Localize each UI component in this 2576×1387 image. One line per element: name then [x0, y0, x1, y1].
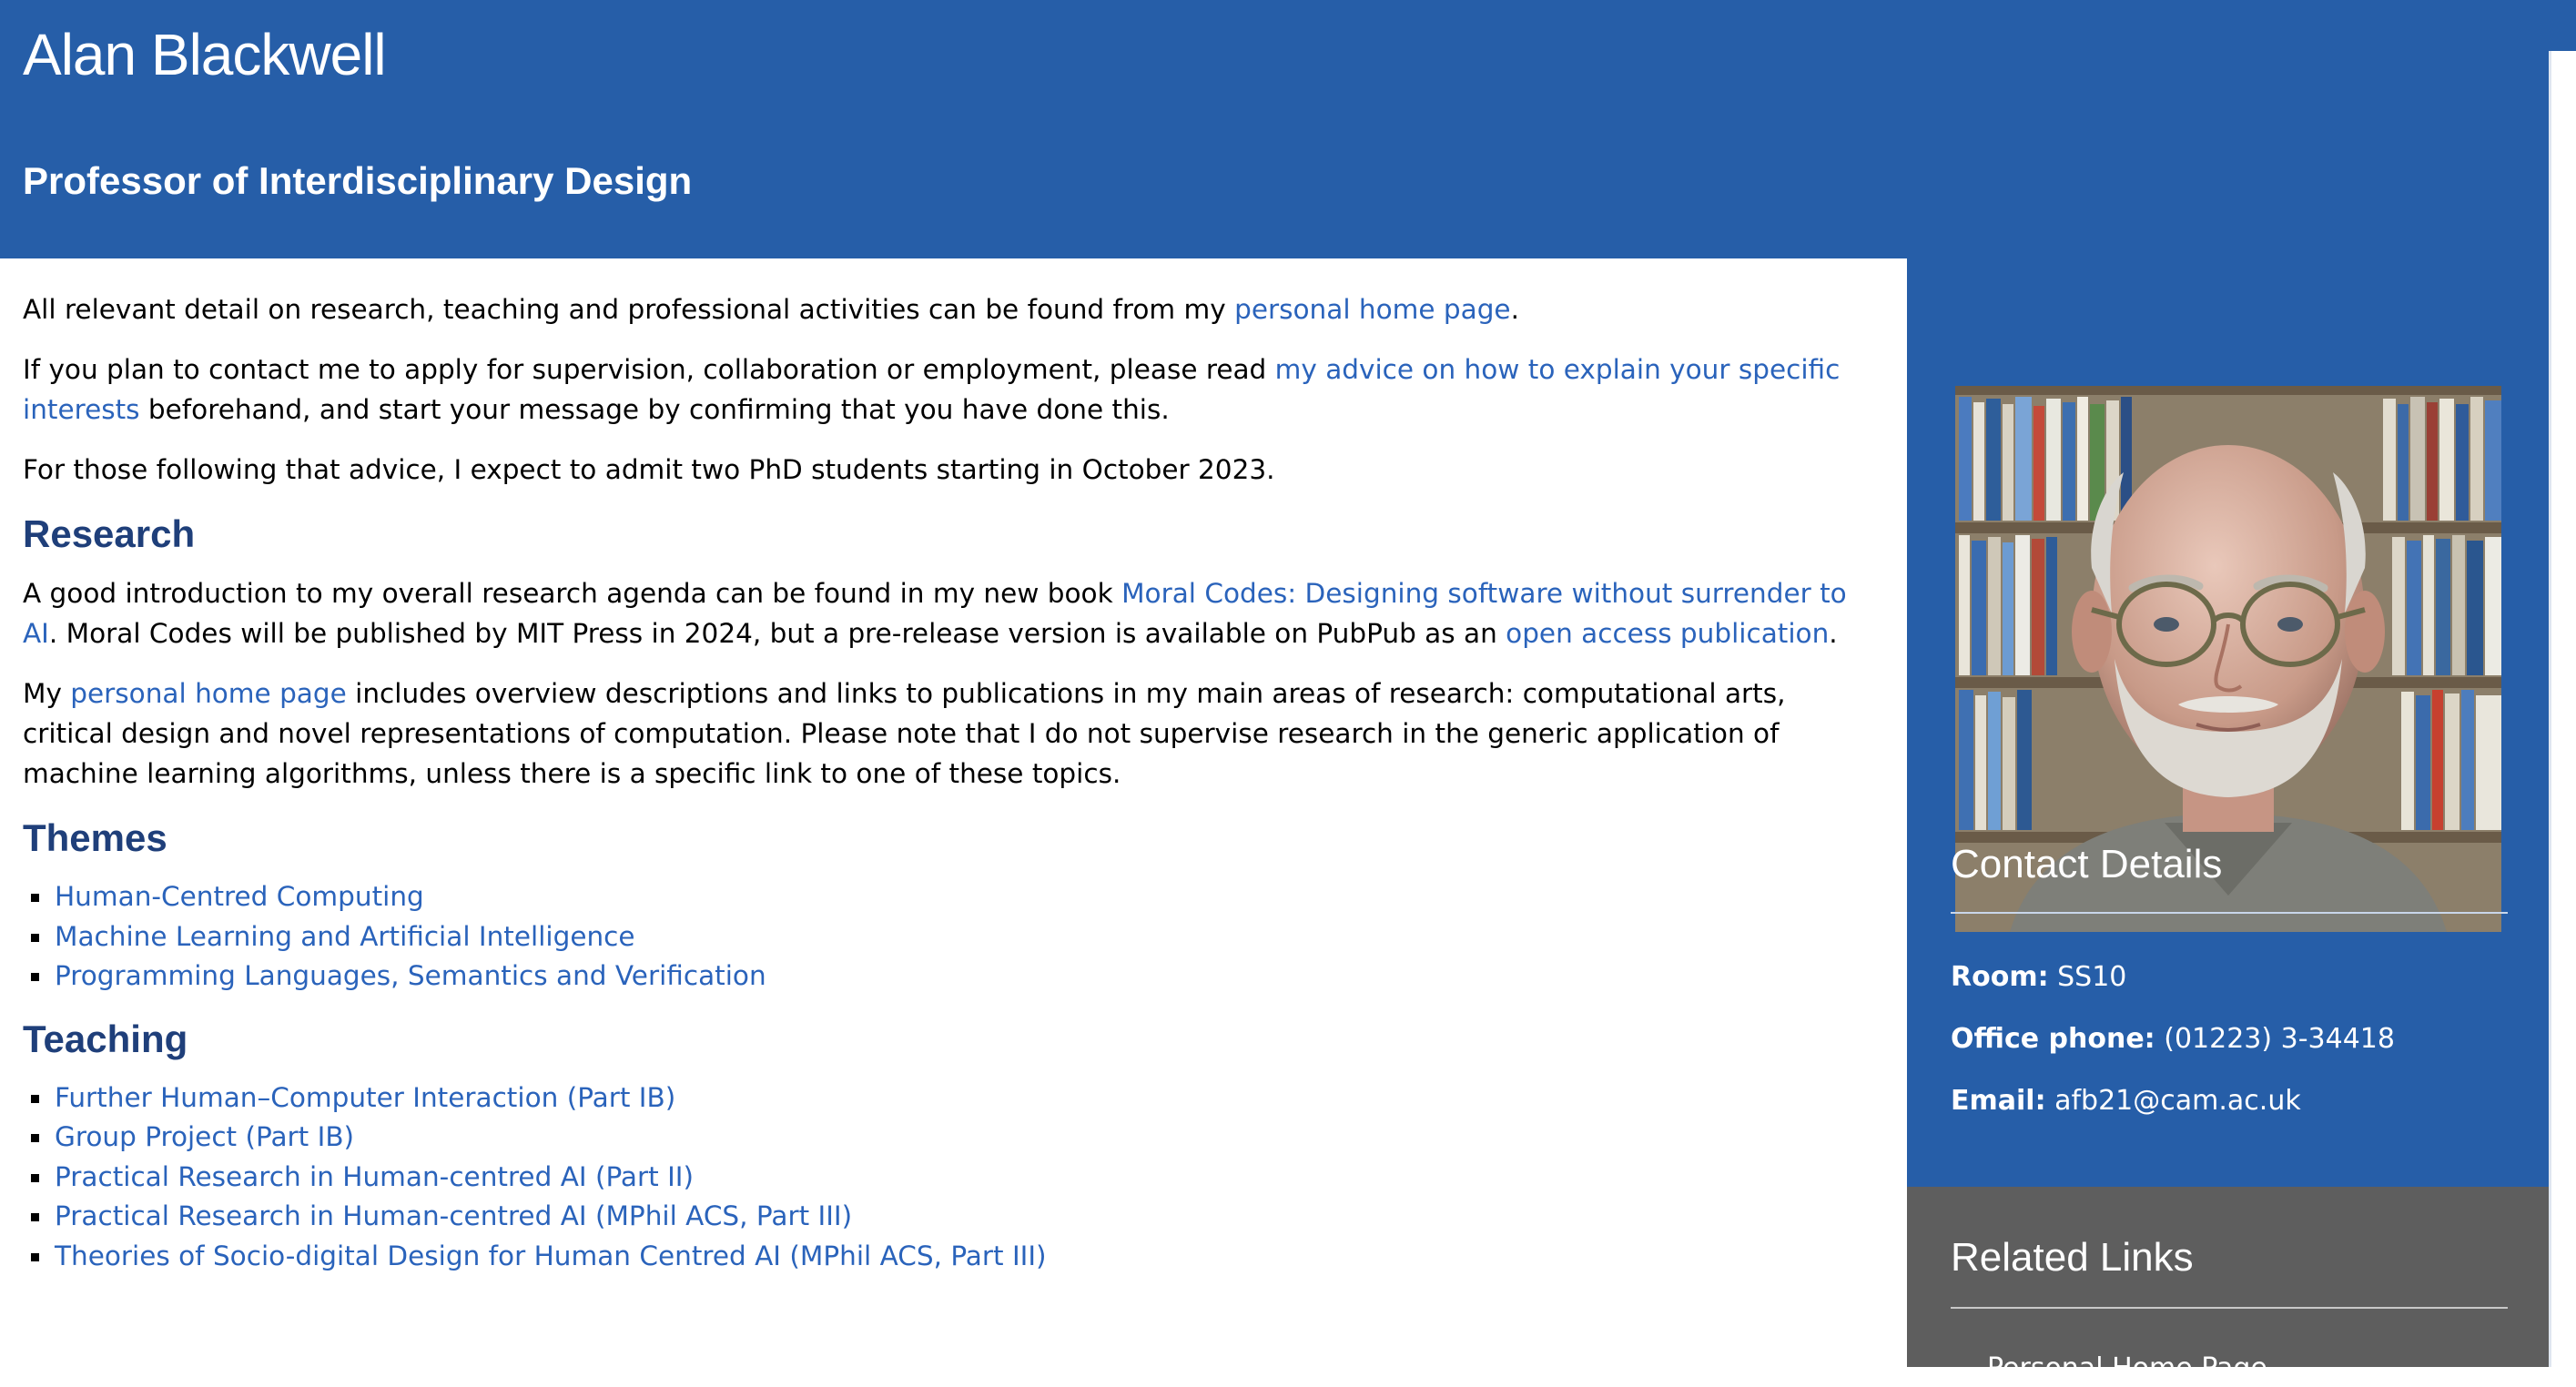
- teaching-heading: Teaching: [23, 1017, 188, 1060]
- theme-link[interactable]: Human-Centred Computing: [55, 881, 424, 912]
- bullet-icon: [31, 1134, 39, 1142]
- room-value: SS10: [2057, 961, 2127, 993]
- list-item: Theories of Socio-digital Design for Hum…: [23, 1237, 1875, 1277]
- bullet-icon: [31, 1252, 39, 1261]
- list-item: Programming Languages, Semantics and Ver…: [23, 957, 1875, 997]
- related-links-heading: Related Links: [1951, 1235, 2194, 1280]
- course-link[interactable]: Practical Research in Human-centred AI (…: [55, 1161, 694, 1192]
- divider: [1951, 1307, 2508, 1309]
- list-item: Further Human–Computer Interaction (Part…: [23, 1078, 1875, 1119]
- intro-paragraph-1: All relevant detail on research, teachin…: [23, 294, 1519, 325]
- personal-home-page-link[interactable]: personal home page: [1234, 294, 1510, 325]
- related-link-item[interactable]: Personal Home Page: [1987, 1351, 2267, 1387]
- course-link[interactable]: Practical Research in Human-centred AI (…: [55, 1200, 852, 1231]
- list-item: Human-Centred Computing: [23, 877, 1875, 917]
- theme-link[interactable]: Machine Learning and Artificial Intellig…: [55, 921, 635, 952]
- divider: [1951, 912, 2508, 914]
- contact-details-heading: Contact Details: [1951, 842, 2223, 886]
- sidebar: Contact Details Room: SS10 Office phone:…: [1907, 258, 2549, 1187]
- research-paragraph-1: A good introduction to my overall resear…: [23, 578, 1847, 649]
- course-link[interactable]: Theories of Socio-digital Design for Hum…: [55, 1240, 1047, 1271]
- intro-paragraph-3: For those following that advice, I expec…: [23, 454, 1275, 485]
- related-links-panel: Related Links Personal Home Page: [1907, 1187, 2549, 1384]
- scrollbar-track[interactable]: [2549, 51, 2551, 1367]
- bullet-icon: [31, 973, 39, 981]
- window-edge: [2549, 0, 2576, 1367]
- theme-link[interactable]: Programming Languages, Semantics and Ver…: [55, 960, 766, 991]
- research-paragraph-2: My personal home page includes overview …: [23, 678, 1786, 789]
- list-item: Practical Research in Human-centred AI (…: [23, 1197, 1875, 1237]
- teaching-list: Further Human–Computer Interaction (Part…: [23, 1078, 1875, 1277]
- bullet-icon: [31, 1173, 39, 1182]
- intro-paragraph-2: If you plan to contact me to apply for s…: [23, 354, 1841, 425]
- person-role: Professor of Interdisciplinary Design: [23, 159, 693, 202]
- contact-email: Email: afb21@cam.ac.uk: [1951, 1085, 2301, 1117]
- list-item: Group Project (Part IB): [23, 1118, 1875, 1158]
- email-value[interactable]: afb21@cam.ac.uk: [2054, 1085, 2301, 1117]
- course-link[interactable]: Group Project (Part IB): [55, 1121, 354, 1152]
- list-item: Practical Research in Human-centred AI (…: [23, 1158, 1875, 1198]
- main-content: All relevant detail on research, teachin…: [23, 289, 1875, 1294]
- personal-home-page-link-2[interactable]: personal home page: [70, 678, 346, 709]
- bullet-icon: [31, 1094, 39, 1103]
- open-access-link[interactable]: open access publication: [1506, 618, 1829, 649]
- bullet-icon: [31, 933, 39, 942]
- scrollbar-thumb[interactable]: [2549, 0, 2576, 51]
- research-heading: Research: [23, 512, 196, 555]
- page-header: Alan Blackwell Professor of Interdiscipl…: [0, 0, 2549, 258]
- bullet-icon: [31, 1213, 39, 1221]
- themes-list: Human-Centred Computing Machine Learning…: [23, 877, 1875, 997]
- list-item: Machine Learning and Artificial Intellig…: [23, 917, 1875, 957]
- bullet-icon: [31, 894, 39, 902]
- person-name: Alan Blackwell: [23, 22, 387, 87]
- contact-phone: Office phone: (01223) 3-34418: [1951, 1023, 2395, 1055]
- contact-room: Room: SS10: [1951, 961, 2127, 993]
- phone-value: (01223) 3-34418: [2164, 1023, 2395, 1055]
- course-link[interactable]: Further Human–Computer Interaction (Part…: [55, 1082, 675, 1113]
- themes-heading: Themes: [23, 816, 167, 859]
